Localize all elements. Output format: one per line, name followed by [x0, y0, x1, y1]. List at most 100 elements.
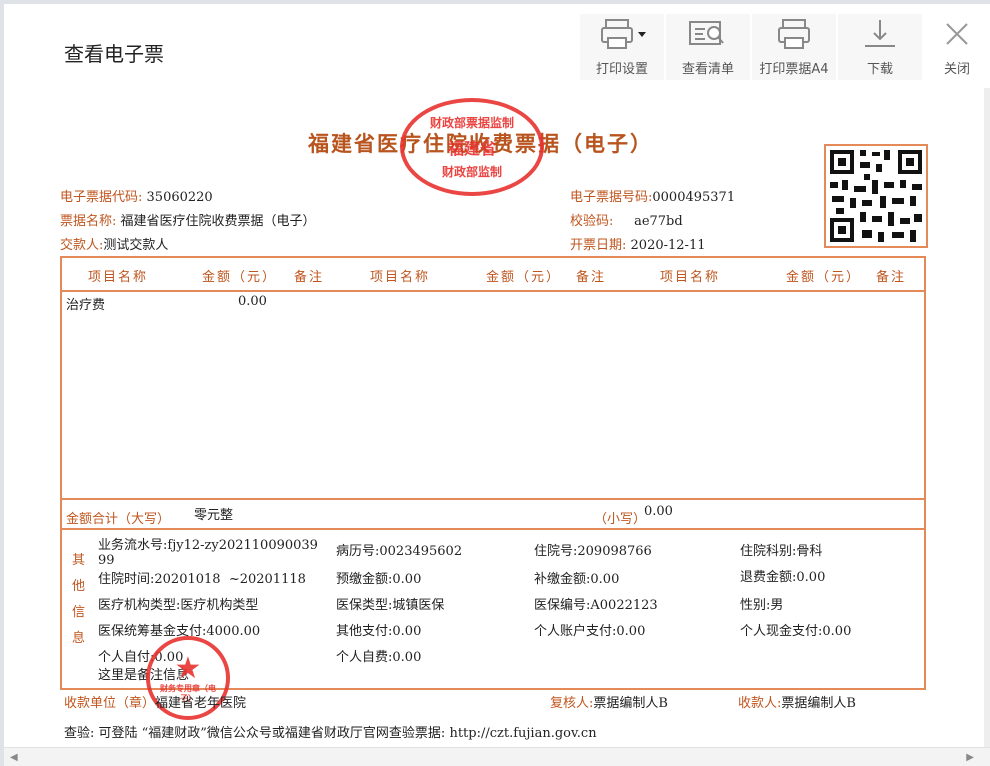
- dialog-title: 查看电子票: [64, 42, 164, 66]
- ins-no-field: 医保编号:A0022123: [534, 594, 658, 613]
- ins-type-field: 医保类型:城镇医保: [336, 594, 444, 613]
- col-header-name-2: 项目名称: [370, 270, 431, 285]
- org-type-value: 医疗机构类型: [180, 598, 259, 613]
- number-row: 电子票据号码:0000495371: [570, 186, 735, 205]
- org-type-label: 医疗机构类型:: [98, 598, 181, 613]
- download-label: 下载: [866, 62, 893, 77]
- finance-supervision-seal: 财政部票据监制 福建省 财政部监制: [400, 98, 544, 196]
- supplement-field: 补缴金额:0.00: [534, 568, 619, 587]
- record-value: 0023495602: [379, 544, 463, 559]
- reviewer-value: 票据编制人B: [593, 696, 668, 711]
- payee-unit-label: 收款单位（章）: [64, 696, 156, 711]
- date-value: 2020-12-11: [630, 238, 706, 253]
- period-field: 住院时间:20201018 ~20201118: [98, 568, 306, 587]
- supplement-value: 0.00: [590, 572, 620, 587]
- collector-row: 收款人:票据编制人B: [738, 692, 856, 711]
- print-settings-label: 打印设置: [595, 62, 648, 77]
- acct-value: 0.00: [616, 624, 646, 639]
- prepaid-field: 预缴金额:0.00: [336, 568, 421, 587]
- period-label: 住院时间:: [98, 572, 155, 587]
- close-label: 关闭: [943, 62, 970, 77]
- other-pay-field: 其他支付:0.00: [336, 620, 421, 639]
- code-value: 35060220: [146, 190, 213, 205]
- header-divider: [62, 290, 924, 292]
- col-header-note-2: 备注: [576, 270, 607, 285]
- other-info-label: 其他信息: [72, 548, 86, 652]
- refund-value: 0.00: [796, 570, 826, 585]
- gender-label: 性别:: [740, 598, 771, 613]
- reviewer-label: 复核人:: [550, 696, 594, 711]
- printer-settings-icon: [592, 14, 652, 54]
- org-type-field: 医疗机构类型:医疗机构类型: [98, 594, 258, 613]
- list-view-icon: [685, 14, 731, 54]
- name-row: 票据名称: 福建省医疗住院收费票据（电子）: [60, 210, 316, 229]
- payer-value: 测试交款人: [103, 238, 169, 253]
- self-cost-value: 0.00: [392, 650, 422, 665]
- star-icon: ★: [174, 651, 202, 686]
- col-header-name-1: 项目名称: [88, 270, 149, 285]
- col-header-amount-1: 金额（元）: [202, 270, 278, 285]
- other-info-text: 其他信息: [72, 553, 86, 646]
- ins-type-value: 城镇医保: [392, 598, 445, 613]
- number-value: 0000495371: [652, 190, 736, 205]
- inpatient-value: 209098766: [577, 544, 652, 559]
- collector-label: 收款人:: [738, 696, 782, 711]
- print-a4-button[interactable]: 打印票据A4: [752, 14, 836, 80]
- qr-code: [824, 144, 928, 248]
- view-list-button[interactable]: 查看清单: [666, 14, 750, 80]
- col-header-name-3: 项目名称: [660, 270, 721, 285]
- view-list-label: 查看清单: [681, 62, 734, 77]
- col-header-note-3: 备注: [876, 270, 907, 285]
- record-field: 病历号:0023495602: [336, 540, 462, 559]
- supplement-label: 补缴金额:: [534, 572, 591, 587]
- download-icon: [857, 14, 903, 54]
- receipt-document: 福建省医疗住院收费票据（电子） 财政部票据监制 福建省 财政部监制 电子票据代码…: [8, 90, 988, 741]
- check-label: 校验码:: [570, 214, 614, 229]
- scroll-right-icon[interactable]: ▶: [966, 752, 974, 763]
- seal-text-middle: 福建省: [447, 139, 496, 158]
- date-row: 开票日期: 2020-12-11: [570, 234, 705, 253]
- name-value: 福建省医疗住院收费票据（电子）: [120, 214, 316, 229]
- date-label: 开票日期:: [570, 238, 627, 253]
- items-table: 项目名称 金额（元） 备注 项目名称 金额（元） 备注 项目名称 金额（元） 备…: [60, 256, 926, 690]
- close-button[interactable]: 关闭: [924, 14, 990, 80]
- name-label: 票据名称:: [60, 214, 117, 229]
- inpatient-label: 住院号:: [534, 544, 578, 559]
- toolbar: 打印设置 查看清单 打印票据A4 下载 关闭: [578, 14, 990, 80]
- check-value: ae77bd: [634, 214, 683, 229]
- other-pay-label: 其他支付:: [336, 624, 393, 639]
- dept-field: 住院科别:骨科: [740, 540, 822, 559]
- prepaid-value: 0.00: [392, 572, 422, 587]
- close-icon: [942, 14, 972, 54]
- inpatient-field: 住院号:209098766: [534, 540, 652, 559]
- total-divider: [62, 498, 924, 500]
- seal-text-top: 财政部票据监制: [429, 116, 514, 130]
- print-settings-button[interactable]: 打印设置: [580, 14, 664, 80]
- total-lower-value: 0.00: [644, 504, 673, 519]
- record-label: 病历号:: [336, 544, 380, 559]
- other-divider: [62, 528, 924, 530]
- cash-field: 个人现金支付:0.00: [740, 620, 851, 639]
- payer-row: 交款人:测试交款人: [60, 234, 168, 253]
- download-button[interactable]: 下载: [838, 14, 922, 80]
- self-cost-label: 个人自费:: [336, 650, 393, 665]
- self-pay-label: 个人自付:: [98, 650, 155, 665]
- collector-value: 票据编制人B: [781, 696, 856, 711]
- code-label: 电子票据代码:: [60, 190, 143, 205]
- print-a4-label: 打印票据A4: [759, 62, 829, 77]
- horizontal-scrollbar[interactable]: ◀ ▶: [4, 747, 990, 766]
- self-cost-field: 个人自费:0.00: [336, 646, 421, 665]
- dept-label: 住院科别:: [740, 544, 797, 559]
- vertical-scrollbar[interactable]: [984, 88, 990, 748]
- gender-value: 男: [770, 598, 784, 613]
- payer-label: 交款人:: [60, 238, 104, 253]
- period-value: 20201018 ~20201118: [154, 572, 306, 587]
- serial-label: 业务流水号:: [98, 538, 168, 553]
- col-header-amount-2: 金额（元）: [486, 270, 562, 285]
- total-upper-value: 零元整: [194, 508, 234, 523]
- other-pay-value: 0.00: [392, 624, 422, 639]
- dept-value: 骨科: [796, 544, 823, 559]
- col-header-amount-3: 金额（元）: [786, 270, 862, 285]
- scroll-left-icon[interactable]: ◀: [10, 752, 18, 763]
- fund-value: 4000.00: [206, 624, 261, 639]
